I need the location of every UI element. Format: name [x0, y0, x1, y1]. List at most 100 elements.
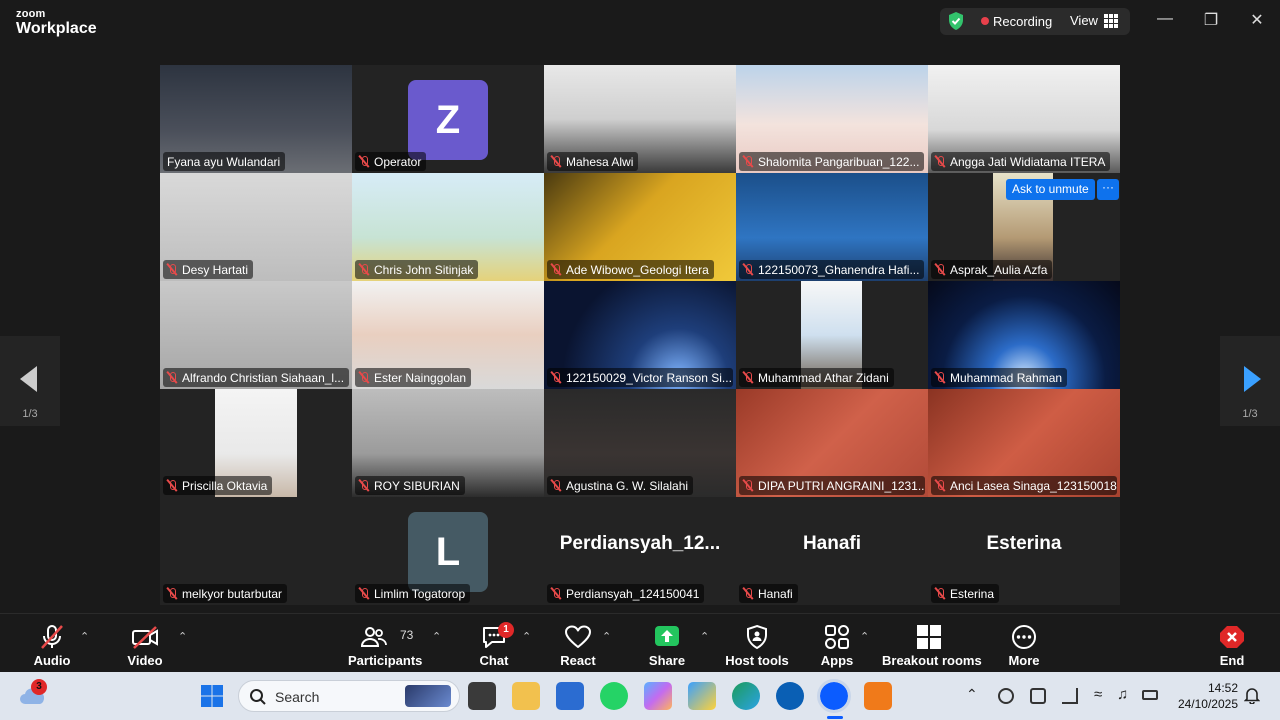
logo-brand-top: zoom [16, 8, 46, 20]
task-view-icon[interactable] [468, 682, 496, 710]
zoom-app-icon[interactable] [817, 679, 851, 713]
video-tile[interactable]: Ester Nainggolan [352, 281, 544, 389]
file-explorer-icon[interactable] [512, 682, 540, 710]
audio-options-caret-icon[interactable]: ⌃ [80, 630, 89, 643]
participant-name-tag: Anci Lasea Sinaga_123150018 [931, 476, 1117, 495]
video-tile[interactable]: Desy Hartati [160, 173, 352, 281]
search-highlight-image [405, 685, 451, 707]
minimize-icon[interactable]: — [1153, 10, 1177, 28]
participant-name-tag: Fyana ayu Wulandari [163, 152, 286, 171]
video-tile[interactable]: melkyor butarbutar [160, 497, 352, 605]
video-tile[interactable]: Fyana ayu Wulandari [160, 65, 352, 173]
previous-page-button[interactable]: 1/3 [0, 336, 60, 426]
next-page-button[interactable]: 1/3 [1220, 336, 1280, 426]
app-icon[interactable] [688, 682, 716, 710]
ask-to-unmute-button[interactable]: Ask to unmute [1006, 179, 1095, 200]
chevron-right-icon [1244, 366, 1261, 392]
participant-name-tag: Agustina G. W. Silalahi [547, 476, 694, 495]
restore-icon[interactable]: ❐ [1199, 10, 1223, 30]
mic-muted-icon [935, 263, 945, 276]
more-button[interactable]: More [998, 614, 1050, 672]
chat-button[interactable]: 1 Chat [468, 614, 520, 672]
video-tile[interactable]: DIPA PUTRI ANGRAINI_1231... [736, 389, 928, 497]
pen-icon[interactable] [1062, 688, 1078, 704]
participants-button[interactable]: 73 Participants [348, 614, 422, 672]
video-button[interactable]: Video [115, 614, 175, 672]
breakout-rooms-button[interactable]: Breakout rooms [882, 614, 982, 672]
mic-muted-icon [551, 263, 561, 276]
hp-icon[interactable] [776, 682, 804, 710]
end-meeting-button[interactable]: End [1206, 614, 1258, 672]
end-label: End [1219, 653, 1245, 668]
avatar: L [408, 512, 488, 592]
chat-caret-icon[interactable]: ⌃ [522, 630, 531, 643]
video-tile[interactable]: Mahesa Alwi [544, 65, 736, 173]
video-tile[interactable]: Agustina G. W. Silalahi [544, 389, 736, 497]
edge-browser-icon[interactable] [732, 682, 760, 710]
share-caret-icon[interactable]: ⌃ [700, 630, 709, 643]
video-tile[interactable]: Muhammad Athar Zidani [736, 281, 928, 389]
video-tile[interactable]: Angga Jati Widiatama ITERA [928, 65, 1120, 173]
participant-display-name: Hanafi [802, 533, 862, 554]
video-tile[interactable]: Z Operator [352, 65, 544, 173]
participant-name-tag: Chris John Sitinjak [355, 260, 479, 279]
video-tile[interactable]: 122150029_Victor Ranson Si... [544, 281, 736, 389]
video-tile[interactable]: ROY SIBURIAN [352, 389, 544, 497]
mic-muted-icon [743, 155, 753, 168]
share-button[interactable]: Share [640, 614, 694, 672]
audio-button[interactable]: Audio [22, 614, 82, 672]
video-tile[interactable]: L Limlim Togatorop [352, 497, 544, 605]
recording-label[interactable]: Recording [993, 14, 1052, 29]
reader-app-icon[interactable] [864, 682, 892, 710]
video-tile[interactable]: Shalomita Pangaribuan_122... [736, 65, 928, 173]
video-tile[interactable]: Alfrando Christian Siahaan_l... [160, 281, 352, 389]
windows-start-icon[interactable] [200, 684, 224, 708]
participant-name-tag: Angga Jati Widiatama ITERA [931, 152, 1111, 171]
notification-bell-icon[interactable] [1244, 686, 1260, 704]
system-clock[interactable]: 14:52 24/10/2025 [1168, 680, 1238, 712]
encryption-shield-icon[interactable] [947, 11, 965, 31]
view-label: View [1070, 13, 1098, 28]
view-button[interactable]: View [1070, 13, 1118, 28]
logo-brand-bottom: Workplace [16, 20, 97, 37]
react-button[interactable]: React [552, 614, 604, 672]
avatar: Z [408, 80, 488, 160]
participants-caret-icon[interactable]: ⌃ [432, 630, 441, 643]
whatsapp-icon[interactable] [600, 682, 628, 710]
wifi-icon[interactable]: ≈ [1094, 686, 1102, 703]
participant-name-tag: Priscilla Oktavia [163, 476, 273, 495]
search-placeholder: Search [275, 689, 320, 705]
onedrive-icon[interactable] [998, 688, 1014, 704]
video-tile[interactable]: Esterina Esterina [928, 497, 1120, 605]
sync-icon[interactable] [1030, 688, 1046, 704]
host-tools-button[interactable]: Host tools [722, 614, 792, 672]
taskbar-search-box[interactable]: Search [238, 680, 460, 712]
video-tile[interactable]: Hanafi Hanafi [736, 497, 928, 605]
battery-icon[interactable] [1142, 690, 1158, 700]
mic-muted-icon [359, 587, 369, 600]
tile-more-options-button[interactable]: ··· [1097, 179, 1119, 200]
volume-icon[interactable]: ♫ [1117, 686, 1128, 703]
video-tile[interactable]: Priscilla Oktavia [160, 389, 352, 497]
video-tile[interactable]: 122150073_Ghanendra Hafi... [736, 173, 928, 281]
show-hidden-icons-chevron-icon[interactable]: ⌃ [966, 686, 978, 703]
more-label: More [1008, 653, 1040, 668]
mic-muted-icon [551, 479, 561, 492]
video-options-caret-icon[interactable]: ⌃ [178, 630, 187, 643]
close-icon[interactable]: ✕ [1245, 10, 1269, 30]
microsoft-store-icon[interactable] [556, 682, 584, 710]
apps-icon [825, 625, 849, 649]
video-tile[interactable]: Ade Wibowo_Geologi Itera [544, 173, 736, 281]
chevron-left-icon [20, 366, 37, 392]
apps-caret-icon[interactable]: ⌃ [860, 630, 869, 643]
video-tile[interactable]: Perdiansyah_12... Perdiansyah_124150041 [544, 497, 736, 605]
react-caret-icon[interactable]: ⌃ [602, 630, 611, 643]
video-tile[interactable]: Anci Lasea Sinaga_123150018 [928, 389, 1120, 497]
copilot-icon[interactable] [644, 682, 672, 710]
apps-button[interactable]: Apps [810, 614, 864, 672]
mic-muted-icon [359, 155, 369, 168]
video-tile[interactable]: Muhammad Rahman [928, 281, 1120, 389]
video-tile[interactable]: Chris John Sitinjak [352, 173, 544, 281]
apps-label: Apps [820, 653, 854, 668]
mic-muted-icon [935, 155, 945, 168]
